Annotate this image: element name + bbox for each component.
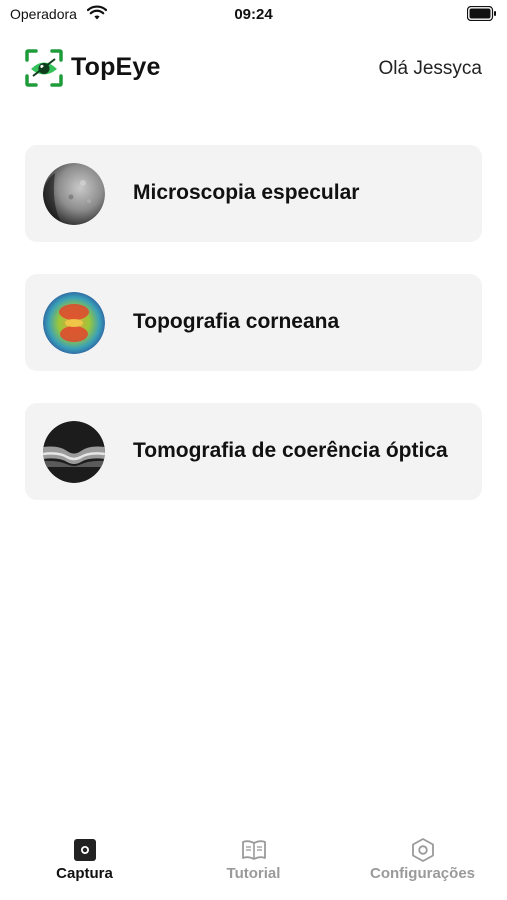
- app-header: TopEye Olá Jessyca: [0, 45, 507, 93]
- tab-label: Captura: [56, 865, 113, 882]
- card-label: Tomografia de coerência óptica: [133, 439, 448, 462]
- settings-hexagon-icon: [411, 838, 434, 862]
- battery-icon: [467, 6, 496, 21]
- exam-list: Microscopia especular Topografia cornean…: [25, 145, 482, 532]
- status-bar: Operadora 09:24: [0, 0, 507, 30]
- card-corneal-topography[interactable]: Topografia corneana: [25, 274, 482, 371]
- book-icon: [241, 840, 266, 860]
- camera-icon: [73, 839, 96, 861]
- tab-label: Configurações: [369, 865, 475, 882]
- user-greeting: Olá Jessyca: [378, 58, 482, 79]
- card-optical-coherence-tomography[interactable]: Tomografia de coerência óptica: [25, 403, 482, 500]
- tab-captura[interactable]: Captura: [0, 830, 169, 900]
- topeye-logo: [25, 49, 63, 87]
- tab-bar: Captura Tutorial Configurações: [0, 830, 507, 900]
- clock: 09:24: [234, 6, 273, 23]
- corneal-topography-thumbnail: [43, 292, 105, 354]
- oct-thumbnail: [43, 421, 105, 483]
- card-specular-microscopy[interactable]: Microscopia especular: [25, 145, 482, 242]
- app-title: TopEye: [71, 53, 161, 81]
- specular-microscopy-thumbnail: [43, 163, 105, 225]
- tab-tutorial[interactable]: Tutorial: [169, 830, 338, 900]
- card-label: Microscopia especular: [133, 181, 360, 204]
- tab-label: Tutorial: [226, 865, 281, 882]
- card-label: Topografia corneana: [133, 310, 340, 333]
- tab-configuracoes[interactable]: Configurações: [338, 830, 507, 900]
